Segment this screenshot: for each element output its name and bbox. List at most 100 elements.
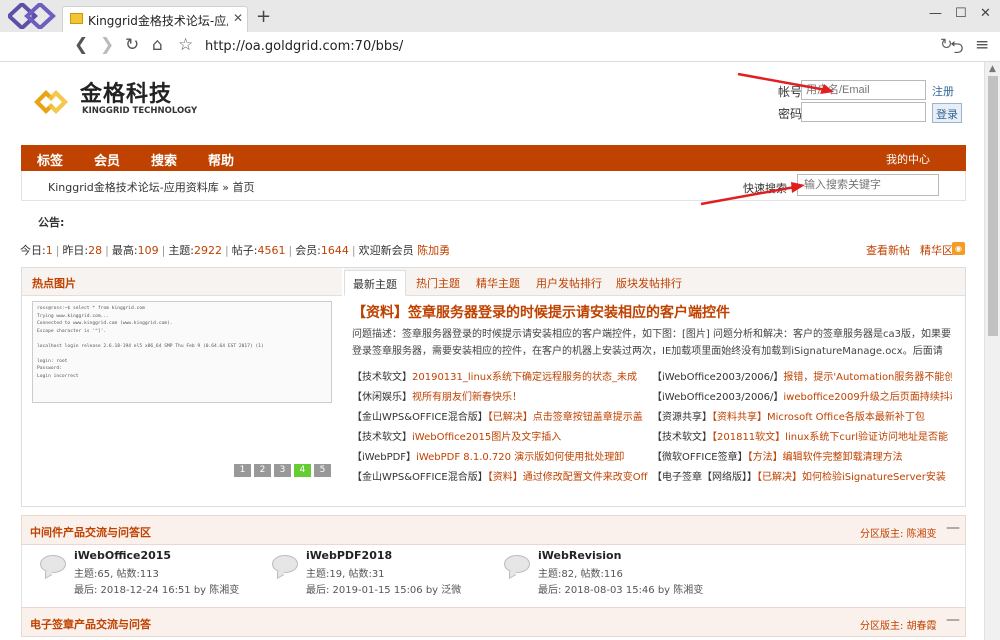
- forum-last-post: 最后: 2018-08-03 15:46 by 陈湘变: [538, 585, 704, 596]
- reload-icon[interactable]: ↻: [125, 35, 139, 55]
- post-category: 【金山WPS&OFFICE混合版】: [352, 472, 488, 483]
- rss-icon[interactable]: ◉: [952, 242, 965, 255]
- undo-icon[interactable]: ⮌: [950, 35, 964, 64]
- pager-button-1[interactable]: 1: [234, 464, 251, 477]
- stat-label: 今日:: [20, 244, 46, 257]
- nav-item-members[interactable]: 会员: [94, 150, 120, 169]
- hot-image[interactable]: ross@ross:~$ select * from kinggrid.com …: [32, 301, 332, 403]
- forum-item[interactable]: iWebPDF2018 主题:19, 帖数:31 最后: 2019-01-15 …: [258, 545, 488, 605]
- forum-count: 主题:65, 帖数:113: [74, 569, 159, 580]
- post-link[interactable]: 【技术软文】20190131_linux系统下确定远程服务的状态_未成: [352, 368, 652, 384]
- pager-button-2[interactable]: 2: [254, 464, 271, 477]
- post-category: 【技术软文】: [352, 432, 412, 443]
- moderator-link[interactable]: 胡春霞: [907, 621, 937, 632]
- collapse-icon[interactable]: —: [946, 520, 960, 536]
- minimize-button[interactable]: —: [929, 6, 942, 21]
- terminal-line: Password:: [37, 366, 62, 371]
- post-title: iWebPDF 8.1.0.720 演示版如何使用批处理卸: [416, 452, 625, 463]
- register-link[interactable]: 注册: [932, 83, 954, 99]
- post-link[interactable]: 【微软OFFICE签章】【方法】编辑软件完整卸载清理方法: [652, 448, 952, 464]
- stat-yesterday: 28: [88, 244, 103, 257]
- post-link[interactable]: 【资源共享】【资料共享】Microsoft Office各版本最新补丁包: [652, 408, 952, 424]
- moderator-link[interactable]: 陈湘变: [907, 529, 937, 540]
- post-link[interactable]: 【iWebOffice2003/2006/】报错，提示'Automation服务…: [652, 368, 952, 384]
- post-title: 视所有朋友们新春快乐！: [412, 392, 522, 403]
- featured-post-description: 问题描述：签章服务器登录的时候提示请安装相应的客户端控件，如下图：[图片] 问题…: [352, 329, 951, 357]
- section-header-middleware[interactable]: 中间件产品交流与问答区 分区版主: 陈湘变 —: [21, 515, 966, 545]
- newest-member-link[interactable]: 陈加勇: [417, 244, 450, 257]
- maximize-button[interactable]: ☐: [955, 6, 967, 21]
- post-link[interactable]: 【iWebPDF】iWebPDF 8.1.0.720 演示版如何使用批处理卸: [352, 448, 652, 464]
- close-window-button[interactable]: ✕: [980, 6, 991, 21]
- logo-chinese-text: 金格科技: [80, 82, 173, 107]
- forum-list: iWebOffice2015 主题:65, 帖数:113 最后: 2018-12…: [21, 545, 966, 607]
- featured-post-title[interactable]: 【资料】签章服务器登录的时候提示请安装相应的客户端控件: [352, 302, 730, 322]
- section-moderator: 分区版主: 陈湘变: [860, 525, 937, 540]
- browser-toolbar: ❮ ❯ ↻ ⌂ ☆ http://oa.goldgrid.com:70/bbs/…: [0, 32, 1000, 62]
- collapse-icon[interactable]: —: [946, 612, 960, 628]
- tab-latest-topics[interactable]: 最新主题: [344, 270, 406, 296]
- site-logo[interactable]: 金格科技 KINGGRID TECHNOLOGY: [32, 76, 197, 131]
- new-tab-button[interactable]: +: [256, 6, 271, 27]
- quick-search-label: 快速搜索: [743, 182, 787, 195]
- stat-today: 1: [45, 244, 53, 257]
- home-icon[interactable]: ⌂: [152, 35, 163, 55]
- forum-name[interactable]: iWebOffice2015: [74, 549, 171, 562]
- view-new-posts-link[interactable]: 查看新帖: [866, 242, 910, 258]
- my-center-link[interactable]: 我的中心: [886, 151, 930, 167]
- post-link[interactable]: 【电子签章【网络版】】【已解决】如何检验iSignatureServer安装: [652, 468, 952, 484]
- quick-search-input[interactable]: [797, 174, 939, 196]
- forward-icon[interactable]: ❯: [100, 35, 114, 55]
- address-bar[interactable]: http://oa.goldgrid.com:70/bbs/: [205, 36, 935, 58]
- tab-active[interactable]: Kinggrid金格技术论坛-应用资料库 ✕: [62, 6, 248, 32]
- post-link[interactable]: 【金山WPS&OFFICE混合版】【已解决】点击签章按钮盖章提示盖: [352, 408, 652, 424]
- stat-separator: |: [225, 244, 229, 257]
- menu-icon[interactable]: ≡: [975, 35, 989, 55]
- login-button[interactable]: 登录: [932, 103, 962, 123]
- post-link[interactable]: 【休闲娱乐】视所有朋友们新春快乐！: [352, 388, 652, 404]
- password-input[interactable]: [801, 102, 926, 122]
- back-icon[interactable]: ❮: [74, 35, 88, 55]
- pager-button-3[interactable]: 3: [274, 464, 291, 477]
- nav-item-tags[interactable]: 标签: [37, 150, 63, 169]
- digest-link[interactable]: 精华区: [920, 242, 953, 258]
- account-input[interactable]: [801, 80, 926, 100]
- post-category: 【iWebOffice2003/2006/】: [652, 372, 784, 383]
- section-header-esignature[interactable]: 电子签章产品交流与问答 分区版主: 胡春霞 —: [21, 607, 966, 637]
- breadcrumb-current: 首页: [232, 181, 255, 194]
- post-link[interactable]: 【技术软文】【201811软文】linux系统下curl验证访问地址是否能: [652, 428, 952, 444]
- stat-label: 欢迎新会员: [358, 244, 414, 257]
- pager-button-4[interactable]: 4: [294, 464, 311, 477]
- nav-item-help[interactable]: 帮助: [208, 150, 234, 169]
- forum-last-post: 最后: 2018-12-24 16:51 by 陈湘变: [74, 585, 240, 596]
- hot-images-title: 热点图片: [32, 277, 76, 290]
- forum-item[interactable]: iWebRevision 主题:82, 帖数:116 最后: 2018-08-0…: [490, 545, 720, 605]
- scroll-thumb[interactable]: [988, 76, 998, 336]
- post-link[interactable]: 【iWebOffice2003/2006/】iweboffice2009升级之后…: [652, 388, 952, 404]
- scroll-up-icon[interactable]: ▲: [989, 64, 996, 74]
- stat-posts: 4561: [257, 244, 286, 257]
- post-link[interactable]: 【技术软文】iWebOffice2015图片及文字插入: [352, 428, 652, 444]
- star-icon[interactable]: ☆: [178, 35, 193, 55]
- post-category: 【金山WPS&OFFICE混合版】: [352, 412, 488, 423]
- tab-digest-topics[interactable]: 精华主题: [476, 275, 520, 291]
- forum-item[interactable]: iWebOffice2015 主题:65, 帖数:113 最后: 2018-12…: [26, 545, 256, 605]
- tab-hot-topics[interactable]: 热门主题: [416, 275, 460, 291]
- forum-last-post: 最后: 2019-01-15 15:06 by 泛微: [306, 585, 462, 596]
- pager-button-5[interactable]: 5: [314, 464, 331, 477]
- nav-item-search[interactable]: 搜索: [151, 150, 177, 169]
- forum-count: 主题:19, 帖数:31: [306, 569, 385, 580]
- breadcrumb-forum-link[interactable]: Kinggrid金格技术论坛-应用资料库: [48, 181, 219, 194]
- forum-name[interactable]: iWebPDF2018: [306, 549, 392, 562]
- tab-board-ranking[interactable]: 版块发帖排行: [616, 275, 682, 291]
- hot-images-header: 热点图片: [22, 268, 342, 296]
- tab-close-icon[interactable]: ✕: [233, 11, 243, 25]
- terminal-line: Connected to www.kinggrid.com (www.kingg…: [37, 321, 173, 326]
- moderator-label: 分区版主:: [860, 529, 904, 540]
- post-link[interactable]: 【金山WPS&OFFICE混合版】【资料】通过修改配置文件来改变Off: [352, 468, 652, 484]
- forum-name[interactable]: iWebRevision: [538, 549, 621, 562]
- forum-stats: 今日:1 | 昨日:28 | 最高:109 | 主题:2922 | 帖子:4561 | 会员:164…: [20, 242, 450, 258]
- tab-user-ranking[interactable]: 用户发帖排行: [536, 275, 602, 291]
- page-scrollbar[interactable]: ▲: [984, 62, 1000, 640]
